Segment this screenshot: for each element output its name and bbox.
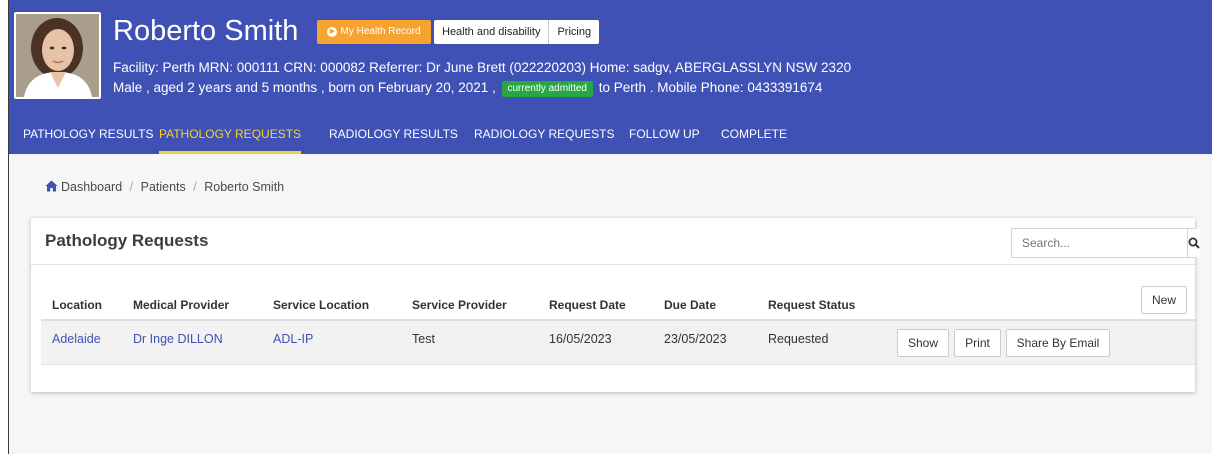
patient-name: Roberto Smith	[113, 15, 299, 47]
cell-service-provider: Test	[412, 332, 435, 346]
patient-demographics: Male , aged 2 years and 5 months , born …	[113, 80, 496, 95]
column-header-service-location: Service Location	[273, 298, 370, 312]
cell-location[interactable]: Adelaide	[52, 331, 101, 347]
tab-complete[interactable]: COMPLETE	[721, 118, 787, 154]
breadcrumb-dashboard[interactable]: Dashboard	[45, 180, 126, 194]
tab-radiology-requests[interactable]: RADIOLOGY REQUESTS	[474, 118, 614, 154]
print-button[interactable]: Print	[954, 329, 1001, 357]
column-header-medical-provider: Medical Provider	[133, 298, 230, 312]
cell-service-location[interactable]: ADL-IP	[273, 331, 313, 347]
panel-divider	[31, 264, 1195, 265]
health-and-disability-button[interactable]: Health and disability	[434, 20, 548, 44]
search-input[interactable]	[1012, 229, 1187, 257]
column-header-location: Location	[52, 298, 102, 312]
search-icon	[1188, 237, 1200, 249]
column-header-request-status: Request Status	[768, 298, 856, 312]
cell-request-status: Requested	[768, 332, 829, 346]
admitted-badge: currently admitted	[501, 81, 593, 97]
show-button[interactable]: Show	[897, 329, 949, 357]
header-link-group: Health and disability Pricing	[434, 20, 600, 44]
patient-info-line1: Facility: Perth MRN: 000111 CRN: 000082 …	[113, 60, 852, 75]
panel-title: Pathology Requests	[45, 231, 209, 250]
breadcrumb-patients[interactable]: Patients	[141, 180, 186, 194]
my-health-record-label: My Health Record	[340, 26, 421, 37]
new-request-button[interactable]: New	[1141, 286, 1187, 314]
tab-follow-up[interactable]: FOLLOW UP	[629, 118, 700, 154]
avatar-photo-icon	[16, 14, 99, 97]
cell-due-date: 23/05/2023	[664, 332, 727, 346]
patient-header: Roberto Smith ▶ My Health Record Health …	[9, 0, 1212, 154]
column-header-due-date: Due Date	[664, 298, 717, 312]
patient-location-phone: to Perth . Mobile Phone: 0433391674	[598, 80, 823, 95]
home-icon	[45, 180, 58, 192]
my-health-record-button[interactable]: ▶ My Health Record	[317, 20, 431, 44]
column-header-service-provider: Service Provider	[412, 298, 507, 312]
search-box	[1011, 228, 1200, 258]
pathology-requests-panel: Pathology Requests New Location Medical …	[31, 218, 1200, 392]
share-by-email-button[interactable]: Share By Email	[1006, 329, 1110, 357]
cell-request-date: 16/05/2023	[549, 332, 612, 346]
pricing-button[interactable]: Pricing	[548, 20, 599, 44]
nav-tabs: PATHOLOGY RESULTS PATHOLOGY REQUESTS RAD…	[9, 118, 1212, 154]
cell-medical-provider[interactable]: Dr Inge DILLON	[133, 331, 223, 347]
app-frame: Roberto Smith ▶ My Health Record Health …	[8, 0, 1212, 454]
patient-avatar	[14, 12, 101, 99]
tab-pathology-requests[interactable]: PATHOLOGY REQUESTS	[159, 118, 302, 154]
tab-pathology-results[interactable]: PATHOLOGY RESULTS	[23, 118, 153, 154]
tab-radiology-results[interactable]: RADIOLOGY RESULTS	[329, 118, 458, 154]
breadcrumb: Dashboard / Patients / Roberto Smith	[45, 178, 284, 196]
patient-info-line2: Male , aged 2 years and 5 months , born …	[113, 79, 822, 97]
arrow-circle-right-icon: ▶	[327, 27, 338, 37]
search-button[interactable]	[1187, 229, 1200, 257]
breadcrumb-current-patient: Roberto Smith	[204, 180, 285, 194]
column-header-request-date: Request Date	[549, 298, 626, 312]
